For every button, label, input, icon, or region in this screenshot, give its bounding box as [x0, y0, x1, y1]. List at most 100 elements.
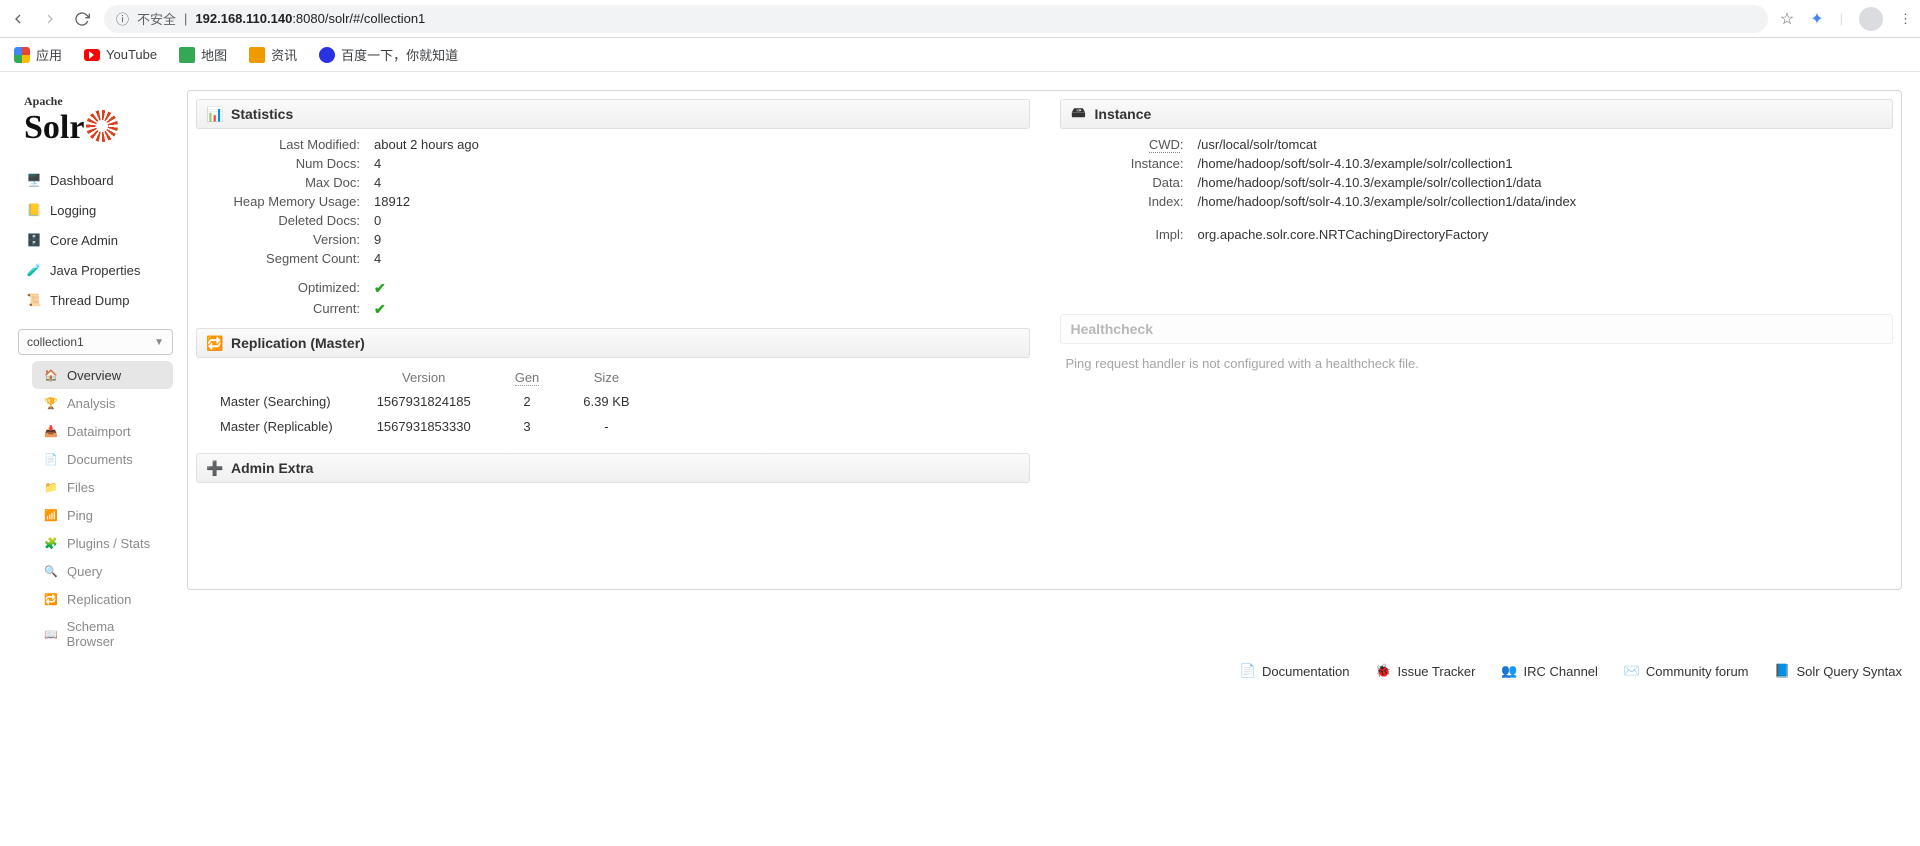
- stat-deleted: 0: [374, 213, 1026, 228]
- bookmark-star-icon[interactable]: ☆: [1780, 9, 1794, 29]
- apps-icon: [14, 47, 30, 63]
- server-icon: 🖴: [1071, 106, 1087, 122]
- replication-icon: 🔁: [43, 591, 59, 607]
- inst-data: /home/hadoop/soft/solr-4.10.3/example/so…: [1198, 175, 1890, 190]
- inst-impl: org.apache.solr.core.NRTCachingDirectory…: [1198, 227, 1890, 242]
- subnav-replication[interactable]: 🔁Replication: [32, 585, 173, 613]
- replication-header: 🔁 Replication (Master): [196, 328, 1030, 358]
- footer-irc[interactable]: 👥IRC Channel: [1501, 663, 1597, 679]
- subnav-documents[interactable]: 📄Documents: [32, 445, 173, 473]
- footer-documentation[interactable]: 📄Documentation: [1240, 663, 1349, 679]
- footer-query-syntax[interactable]: 📘Solr Query Syntax: [1775, 663, 1903, 679]
- mail-icon: ✉️: [1624, 663, 1640, 679]
- thread-icon: 📜: [26, 292, 42, 308]
- sun-icon: [86, 110, 118, 142]
- trophy-icon: 🏆: [43, 395, 59, 411]
- nav-java-properties[interactable]: 🧪Java Properties: [18, 255, 173, 285]
- maps-icon: [179, 47, 195, 63]
- subnav-ping[interactable]: 📶Ping: [32, 501, 173, 529]
- extension-icon[interactable]: ✦: [1810, 9, 1823, 29]
- address-bar[interactable]: ⓘ 不安全 | 192.168.110.140:8080/solr/#/coll…: [104, 5, 1768, 33]
- stat-version: 9: [374, 232, 1026, 247]
- instance-header: 🖴 Instance: [1060, 99, 1894, 129]
- nav-dashboard[interactable]: 🖥️Dashboard: [18, 165, 173, 195]
- stat-num-docs: 4: [374, 156, 1026, 171]
- stat-current-check: ✔: [374, 301, 1026, 318]
- bookmark-bar: 应用 YouTube 地图 资讯 百度一下，你就知道: [0, 38, 1920, 72]
- url-host: 192.168.110.140: [195, 11, 292, 26]
- instance-grid: CWD:/usr/local/solr/tomcat Instance:/hom…: [1060, 137, 1894, 252]
- plugin-icon: 🧩: [43, 535, 59, 551]
- subnav-files[interactable]: 📁Files: [32, 473, 173, 501]
- footer-issue-tracker[interactable]: 🐞Issue Tracker: [1375, 663, 1475, 679]
- subnav-plugins[interactable]: 🧩Plugins / Stats: [32, 529, 173, 557]
- chart-icon: 📊: [207, 106, 223, 122]
- stat-segment-count: 4: [374, 251, 1026, 266]
- core-selector[interactable]: collection1 ▼: [18, 329, 173, 355]
- subnav-query[interactable]: 🔍Query: [32, 557, 173, 585]
- news-bookmark[interactable]: 资讯: [249, 45, 297, 64]
- chevron-down-icon: ▼: [154, 337, 164, 348]
- subnav-overview[interactable]: 🏠Overview: [32, 361, 173, 389]
- table-row: Master (Replicable) 1567931853330 3 -: [220, 414, 652, 439]
- core-admin-icon: 🗄️: [26, 232, 42, 248]
- healthcheck-header: Healthcheck: [1060, 314, 1894, 344]
- menu-icon[interactable]: ⋮: [1899, 11, 1912, 27]
- table-row: Master (Searching) 1567931824185 2 6.39 …: [220, 389, 652, 414]
- doc-icon: 📄: [1240, 663, 1256, 679]
- browser-toolbar: ⓘ 不安全 | 192.168.110.140:8080/solr/#/coll…: [0, 0, 1920, 38]
- reload-button[interactable]: [72, 9, 92, 29]
- content-pane: 📊 Statistics Last Modified:about 2 hours…: [187, 90, 1902, 590]
- solr-logo[interactable]: Apache Solr: [18, 90, 173, 165]
- java-icon: 🧪: [26, 262, 42, 278]
- users-icon: 👥: [1501, 663, 1517, 679]
- folder-icon: 📁: [43, 479, 59, 495]
- youtube-bookmark[interactable]: YouTube: [84, 47, 157, 62]
- youtube-icon: [84, 49, 100, 61]
- baidu-bookmark[interactable]: 百度一下，你就知道: [319, 45, 458, 64]
- import-icon: 📥: [43, 423, 59, 439]
- stat-optimized-check: ✔: [374, 270, 1026, 297]
- insecure-label: 不安全: [137, 9, 176, 28]
- subnav-analysis[interactable]: 🏆Analysis: [32, 389, 173, 417]
- core-selector-value: collection1: [27, 335, 84, 349]
- back-button[interactable]: [8, 9, 28, 29]
- url-rest: :8080/solr/#/collection1: [292, 11, 425, 26]
- stat-last-modified: about 2 hours ago: [374, 137, 1026, 152]
- book-icon: 📖: [43, 626, 59, 642]
- plus-icon: ➕: [207, 460, 223, 476]
- search-icon: 🔍: [43, 563, 59, 579]
- apps-bookmark[interactable]: 应用: [14, 45, 62, 64]
- forward-button[interactable]: [40, 9, 60, 29]
- footer-community-forum[interactable]: ✉️Community forum: [1624, 663, 1749, 679]
- healthcheck-message: Ping request handler is not configured w…: [1060, 352, 1894, 375]
- logging-icon: 📒: [26, 202, 42, 218]
- subnav-dataimport[interactable]: 📥Dataimport: [32, 417, 173, 445]
- ping-icon: 📶: [43, 507, 59, 523]
- nav-thread-dump[interactable]: 📜Thread Dump: [18, 285, 173, 315]
- nav-logging[interactable]: 📒Logging: [18, 195, 173, 225]
- sidebar: Apache Solr 🖥️Dashboard 📒Logging 🗄️Core …: [18, 90, 173, 655]
- bug-icon: 🐞: [1375, 663, 1391, 679]
- info-icon: ⓘ: [116, 9, 129, 28]
- stat-max-doc: 4: [374, 175, 1026, 190]
- inst-index: /home/hadoop/soft/solr-4.10.3/example/so…: [1198, 194, 1890, 209]
- statistics-grid: Last Modified:about 2 hours ago Num Docs…: [196, 137, 1030, 328]
- subnav-schema-browser[interactable]: 📖Schema Browser: [32, 613, 173, 655]
- replication-panel-icon: 🔁: [207, 335, 223, 351]
- inst-instance: /home/hadoop/soft/solr-4.10.3/example/so…: [1198, 156, 1890, 171]
- footer-links: 📄Documentation 🐞Issue Tracker 👥IRC Chann…: [0, 655, 1920, 689]
- dashboard-icon: 🖥️: [26, 172, 42, 188]
- document-icon: 📄: [43, 451, 59, 467]
- profile-avatar[interactable]: [1859, 7, 1883, 31]
- baidu-icon: [319, 47, 335, 63]
- nav-core-admin[interactable]: 🗄️Core Admin: [18, 225, 173, 255]
- book-small-icon: 📘: [1775, 663, 1791, 679]
- statistics-header: 📊 Statistics: [196, 99, 1030, 129]
- news-icon: [249, 47, 265, 63]
- maps-bookmark[interactable]: 地图: [179, 45, 227, 64]
- inst-cwd: /usr/local/solr/tomcat: [1198, 137, 1890, 152]
- replication-table: Version Gen Size Master (Searching) 1567…: [220, 366, 652, 439]
- stat-heap: 18912: [374, 194, 1026, 209]
- admin-extra-header: ➕ Admin Extra: [196, 453, 1030, 483]
